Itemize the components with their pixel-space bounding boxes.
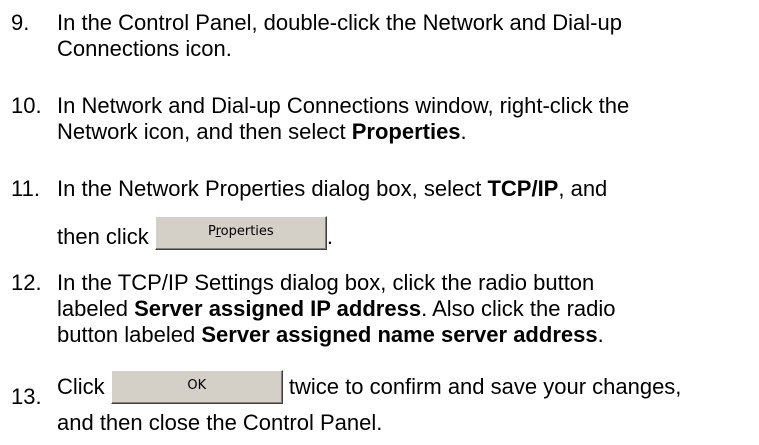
step-number: 10. xyxy=(11,93,42,118)
step-text-segment: . Also click the radio xyxy=(421,296,616,321)
step-text-segment: . xyxy=(326,224,333,249)
ui-term-server-assigned-name-server: Server assigned name server address xyxy=(201,322,598,347)
step-text: In the Network Properties dialog box, se… xyxy=(57,176,752,250)
step-text-segment: button labeled xyxy=(57,322,202,347)
step-number: 12. xyxy=(11,270,42,295)
step-text-segment: In the Network Properties dialog box, se… xyxy=(57,176,488,201)
step-line: then click Properties. xyxy=(57,216,752,250)
step-line: labeled Server assigned IP address. Also… xyxy=(57,296,752,322)
step-text: In the Control Panel, double-click the N… xyxy=(57,10,752,62)
step-line: Click OK twice to confirm and save your … xyxy=(57,370,752,410)
step-number: 13. xyxy=(11,384,42,409)
step-text-segment: . xyxy=(460,119,467,144)
ui-term-tcpip: TCP/IP xyxy=(487,176,559,201)
step-line: and then close the Control Panel. xyxy=(57,410,383,435)
step-line: Connections icon. xyxy=(57,36,232,61)
step-line: In the Control Panel, double-click the N… xyxy=(57,10,622,35)
properties-button[interactable]: Properties xyxy=(154,216,327,250)
step-line: Network icon, and then select Properties… xyxy=(57,119,752,145)
step-text-segment: Click xyxy=(57,374,111,399)
step-line: In Network and Dial-up Connections windo… xyxy=(57,93,630,118)
step-text-segment: Network icon, and then select xyxy=(57,119,352,144)
ok-button-label: OK xyxy=(187,378,207,393)
step-text: In Network and Dial-up Connections windo… xyxy=(57,93,752,145)
step-text-segment: labeled xyxy=(57,296,135,321)
step-number: 9. xyxy=(11,10,30,35)
step-text-segment: . xyxy=(597,322,604,347)
step-text: Click OK twice to confirm and save your … xyxy=(57,370,752,436)
step-text-segment: then click xyxy=(57,224,155,249)
properties-button-label: Properties xyxy=(207,224,274,239)
ui-term-server-assigned-ip: Server assigned IP address xyxy=(134,296,422,321)
ok-button[interactable]: OK xyxy=(110,370,283,404)
step-text: In the TCP/IP Settings dialog box, click… xyxy=(57,270,752,348)
step-text-segment: twice to confirm and save your changes, xyxy=(282,374,682,399)
ui-term-properties: Properties xyxy=(351,119,461,144)
step-line: button labeled Server assigned name serv… xyxy=(57,322,752,348)
step-line: In the Network Properties dialog box, se… xyxy=(57,176,752,202)
step-text-segment: , and xyxy=(558,176,608,201)
step-line: In the TCP/IP Settings dialog box, click… xyxy=(57,270,595,295)
step-number: 11. xyxy=(11,176,40,201)
